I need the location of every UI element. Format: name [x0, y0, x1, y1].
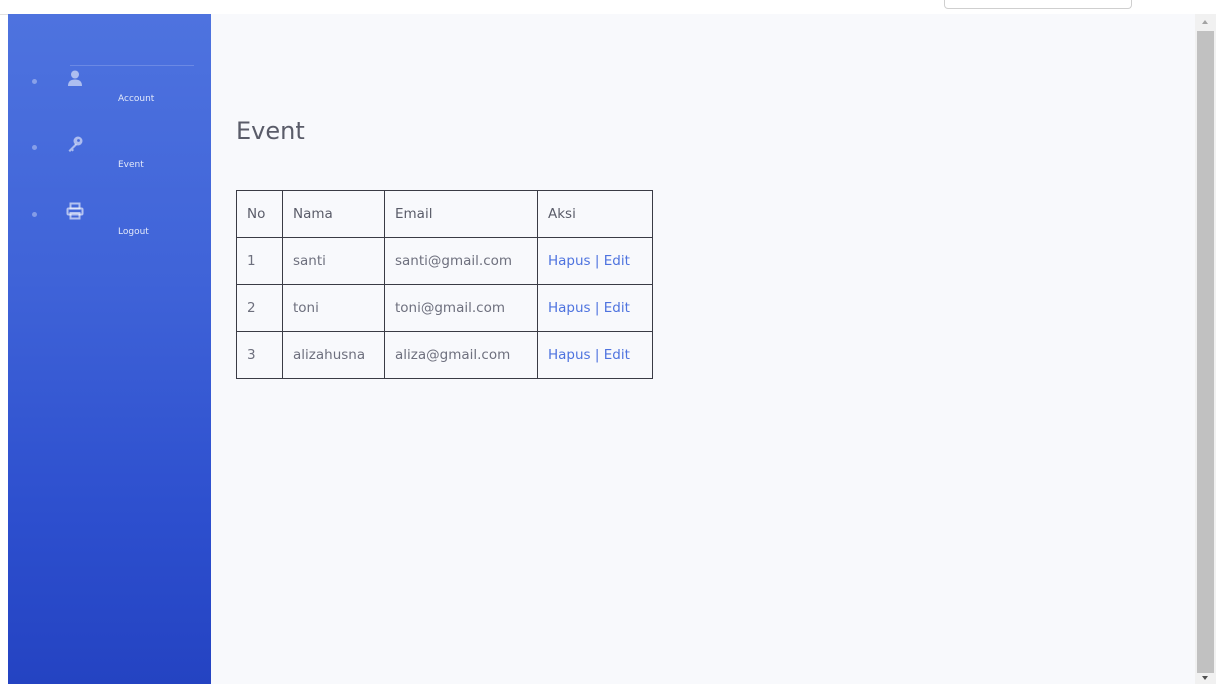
- scrollbar-thumb[interactable]: [1197, 31, 1214, 673]
- page-title: Event: [236, 117, 305, 145]
- event-table: No Nama Email Aksi 1 santi santi@gmail.c…: [236, 190, 653, 379]
- action-separator: |: [594, 347, 600, 363]
- cell-email: aliza@gmail.com: [384, 331, 538, 379]
- cell-email: toni@gmail.com: [384, 284, 538, 332]
- edit-link[interactable]: Edit: [604, 300, 630, 316]
- cell-aksi: Hapus | Edit: [537, 284, 653, 332]
- bullet-dot: [32, 212, 37, 217]
- sidebar-item-label: Event: [118, 160, 144, 170]
- user-icon: [66, 69, 84, 87]
- sidebar-item-label: Logout: [118, 227, 149, 237]
- hapus-link[interactable]: Hapus: [548, 347, 591, 363]
- print-icon: [66, 202, 84, 220]
- sidebar-item-account[interactable]: Account: [8, 65, 211, 125]
- sidebar-divider: [70, 65, 194, 66]
- sidebar-item-label: Account: [118, 94, 155, 104]
- cell-no: 2: [236, 284, 283, 332]
- cell-email: santi@gmail.com: [384, 237, 538, 285]
- column-header-no: No: [236, 190, 283, 238]
- sidebar-item-event[interactable]: Event: [8, 131, 211, 191]
- edit-link[interactable]: Edit: [604, 253, 630, 269]
- hapus-link[interactable]: Hapus: [548, 253, 591, 269]
- action-separator: |: [594, 300, 600, 316]
- browser-omnibox[interactable]: [944, 0, 1132, 9]
- vertical-scrollbar[interactable]: [1195, 14, 1216, 684]
- table-row: 2 toni toni@gmail.com Hapus | Edit: [236, 284, 653, 332]
- edit-link[interactable]: Edit: [604, 347, 630, 363]
- bullet-dot: [32, 145, 37, 150]
- key-icon: [66, 135, 84, 153]
- main-content: Event No Nama Email Aksi 1 santi santi@g…: [211, 14, 1195, 684]
- sidebar-item-logout[interactable]: Logout: [8, 198, 211, 258]
- browser-top-strip: [0, 0, 1216, 15]
- cell-aksi: Hapus | Edit: [537, 331, 653, 379]
- column-header-nama: Nama: [282, 190, 385, 238]
- action-separator: |: [594, 253, 600, 269]
- sidebar: Account Event Logout: [8, 14, 211, 684]
- cell-nama: toni: [282, 284, 385, 332]
- table-row: 3 alizahusna aliza@gmail.com Hapus | Edi…: [236, 331, 653, 379]
- table-row: 1 santi santi@gmail.com Hapus | Edit: [236, 237, 653, 285]
- scroll-down-icon[interactable]: [1202, 676, 1208, 680]
- hapus-link[interactable]: Hapus: [548, 300, 591, 316]
- table-header-row: No Nama Email Aksi: [236, 190, 653, 238]
- cell-aksi: Hapus | Edit: [537, 237, 653, 285]
- cell-no: 3: [236, 331, 283, 379]
- cell-nama: alizahusna: [282, 331, 385, 379]
- cell-nama: santi: [282, 237, 385, 285]
- bullet-dot: [32, 79, 37, 84]
- cell-no: 1: [236, 237, 283, 285]
- column-header-email: Email: [384, 190, 538, 238]
- scroll-up-icon[interactable]: [1202, 20, 1208, 24]
- column-header-aksi: Aksi: [537, 190, 653, 238]
